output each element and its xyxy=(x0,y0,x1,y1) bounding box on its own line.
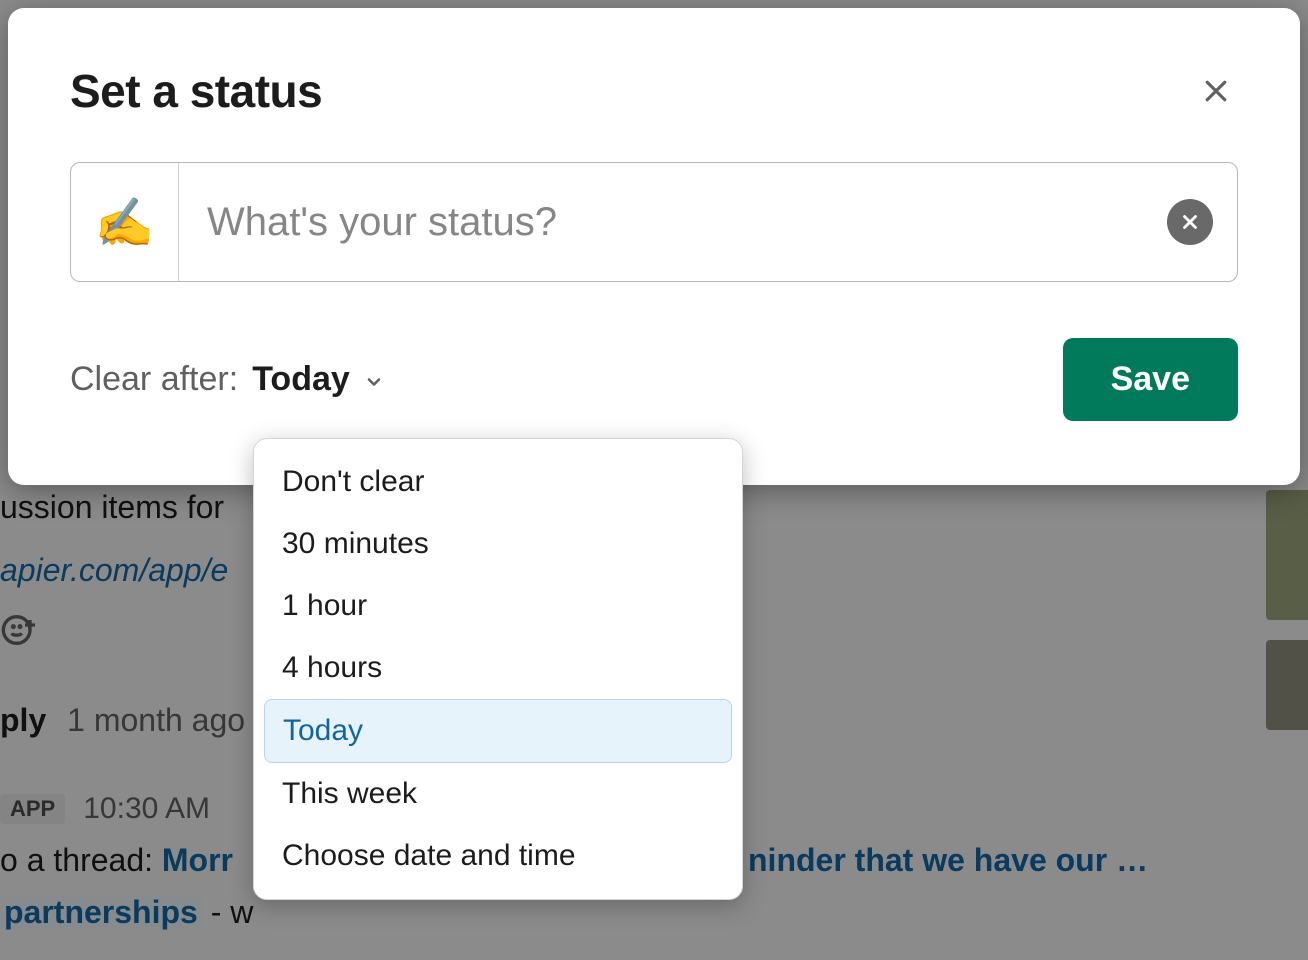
chevron-down-icon xyxy=(364,362,384,401)
status-input[interactable] xyxy=(207,200,1167,245)
dropdown-item-choose-date[interactable]: Choose date and time xyxy=(264,825,732,887)
close-button[interactable] xyxy=(1194,69,1238,113)
modal-title: Set a status xyxy=(70,64,322,118)
clear-after-label: Clear after: xyxy=(70,360,238,399)
clear-after-value: Today xyxy=(252,360,350,399)
save-button[interactable]: Save xyxy=(1063,338,1238,421)
clear-status-button[interactable] xyxy=(1167,199,1213,245)
dropdown-item-today[interactable]: Today xyxy=(264,699,732,763)
dropdown-item-dont-clear[interactable]: Don't clear xyxy=(264,451,732,513)
close-icon xyxy=(1201,76,1231,106)
dropdown-item-this-week[interactable]: This week xyxy=(264,763,732,825)
dropdown-item-4-hours[interactable]: 4 hours xyxy=(264,637,732,699)
close-icon xyxy=(1179,211,1201,233)
status-emoji-picker[interactable]: ✍️ xyxy=(71,163,179,281)
clear-after-dropdown: Don't clear 30 minutes 1 hour 4 hours To… xyxy=(253,438,743,900)
dropdown-item-30-minutes[interactable]: 30 minutes xyxy=(264,513,732,575)
status-field: ✍️ xyxy=(70,162,1238,282)
dropdown-item-1-hour[interactable]: 1 hour xyxy=(264,575,732,637)
set-status-modal: Set a status ✍️ Clear after: Today Save xyxy=(8,8,1300,485)
clear-after-dropdown-trigger[interactable]: Clear after: Today xyxy=(70,358,384,401)
